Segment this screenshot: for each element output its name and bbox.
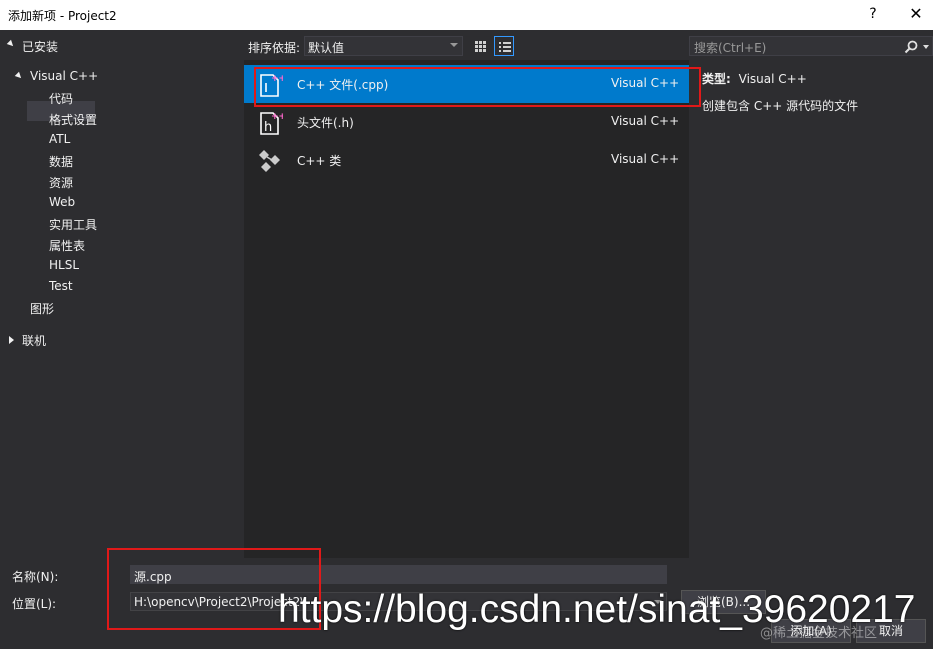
svg-text:h: h [264,120,272,135]
template-type: Visual C++ [611,152,680,166]
cpp-class-icon [259,150,280,172]
type-label: 类型: [702,72,731,86]
search-icon[interactable] [904,40,918,54]
tree-node-online[interactable]: 联机 [22,332,46,349]
window-title: 添加新项 - Project2 [8,9,117,23]
search-placeholder: 搜索(Ctrl+E) [694,41,767,55]
sort-label: 排序依据: [248,41,301,55]
template-type: Visual C++ [611,114,680,128]
annotation-box [254,67,701,107]
template-name: 头文件(.h) [297,116,354,130]
list-item[interactable]: C++ 类 Visual C++ [244,141,689,179]
list-item[interactable]: ++ h 头文件(.h) Visual C++ [244,103,689,141]
tree-node-hlsl[interactable]: HLSL [49,258,79,272]
list-icon [499,41,511,53]
expand-triangle-icon[interactable] [6,39,16,49]
tree-node-utility[interactable]: 实用工具 [49,216,97,233]
list-view-button[interactable] [494,36,514,56]
tree-node-visual-cpp[interactable]: Visual C++ [30,69,98,83]
title-bar: 添加新项 - Project2 ? ✕ [0,0,933,30]
type-value: Visual C++ [738,72,807,86]
search-input[interactable]: 搜索(Ctrl+E) [689,36,933,56]
grid-icon [475,41,487,53]
tree-node-resource[interactable]: 资源 [49,174,73,191]
watermark-corner: @稀土掘金技术社区 [760,626,878,641]
tree-node-web[interactable]: Web [49,195,75,209]
name-label: 名称(N): [12,570,59,584]
svg-text:++: ++ [271,112,283,122]
close-button[interactable]: ✕ [905,4,927,26]
location-label: 位置(L): [12,597,57,611]
tree-node-graphics[interactable]: 图形 [30,300,54,317]
tree-node-code[interactable]: 代码 [49,90,73,107]
template-description: 创建包含 C++ 源代码的文件 [702,99,859,113]
template-list: ++ C++ 文件(.cpp) Visual C++ ++ h 头文件(.h) … [244,60,689,558]
tree-node-atl[interactable]: ATL [49,132,70,146]
grid-view-button[interactable] [470,36,490,56]
tree-node-installed[interactable]: 已安装 [22,38,58,55]
tree-node-property-sheet[interactable]: 属性表 [49,237,85,254]
sort-dropdown[interactable]: 默认值 [304,36,463,56]
sort-value: 默认值 [308,41,345,55]
tree-node-test[interactable]: Test [49,279,73,293]
tree-node-formatting[interactable]: 格式设置 [49,111,97,128]
template-name: C++ 类 [297,154,342,168]
expand-triangle-icon[interactable] [14,71,24,81]
template-info: 类型: Visual C++ 创建包含 C++ 源代码的文件 [702,70,858,114]
chevron-down-icon [450,43,458,47]
header-file-icon: ++ h [260,112,283,135]
help-button[interactable]: ? [862,4,884,26]
search-options-icon[interactable] [923,45,929,49]
tree-node-data[interactable]: 数据 [49,153,73,170]
collapse-triangle-icon[interactable] [9,336,14,344]
template-tree: 已安装 Visual C++ 代码 格式设置 ATL 数据 资源 Web 实用工… [0,34,244,558]
